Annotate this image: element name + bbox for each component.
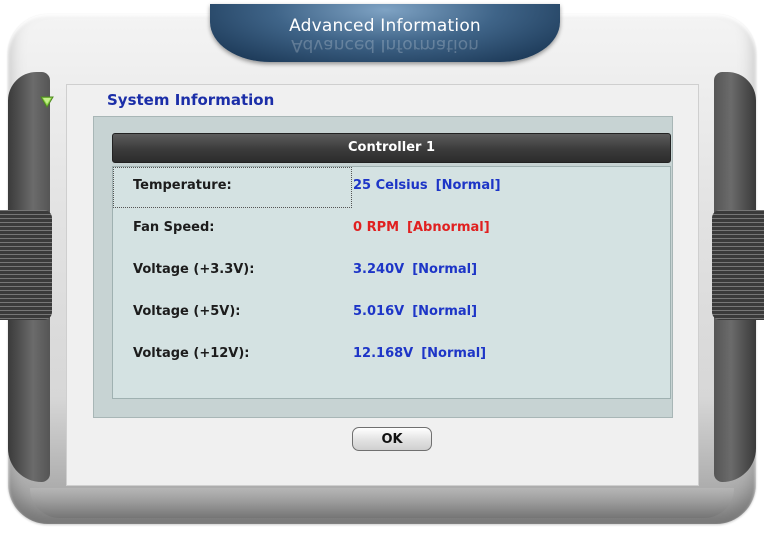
- value-text: 12.168V: [353, 346, 414, 361]
- row-value: 5.016V [Normal]: [353, 304, 477, 319]
- triangle-down-icon[interactable]: [40, 96, 54, 108]
- table-row[interactable]: Fan Speed: 0 RPM [Abnormal]: [113, 209, 670, 249]
- status-badge: [Normal]: [412, 304, 478, 319]
- row-value: 25 Celsius [Normal]: [353, 178, 501, 193]
- left-ridges: [0, 210, 52, 320]
- value-text: 0 RPM: [353, 220, 400, 235]
- row-label: Temperature:: [133, 178, 232, 193]
- table-row[interactable]: Voltage (+12V): 12.168V [Normal]: [113, 335, 670, 375]
- row-value: 0 RPM [Abnormal]: [353, 220, 490, 235]
- ok-button[interactable]: OK: [352, 427, 432, 451]
- row-label: Voltage (+5V):: [133, 304, 241, 319]
- table-row[interactable]: Voltage (+3.3V): 3.240V [Normal]: [113, 251, 670, 291]
- status-badge: [Normal]: [421, 346, 487, 361]
- value-text: 3.240V: [353, 262, 405, 277]
- status-badge: [Normal]: [435, 178, 501, 193]
- frame-bottom-shadow: [30, 488, 734, 518]
- window-title: Advanced Information: [289, 16, 481, 36]
- row-label: Fan Speed:: [133, 220, 215, 235]
- row-value: 12.168V [Normal]: [353, 346, 486, 361]
- table-row[interactable]: Temperature: 25 Celsius [Normal]: [113, 167, 670, 208]
- value-text: 5.016V: [353, 304, 405, 319]
- value-text: 25 Celsius: [353, 178, 428, 193]
- right-ridges: [712, 210, 764, 320]
- info-table: Temperature: 25 Celsius [Normal] Fan Spee…: [112, 166, 671, 399]
- window-title-reflection: Advanced Information: [291, 35, 479, 55]
- controller-header: Controller 1: [112, 133, 671, 163]
- row-label: Voltage (+3.3V):: [133, 262, 255, 277]
- system-info-group: Controller 1 Temperature: 25 Celsius [Nor…: [93, 116, 673, 418]
- row-label: Voltage (+12V):: [133, 346, 250, 361]
- row-value: 3.240V [Normal]: [353, 262, 477, 277]
- section-title[interactable]: System Information: [107, 91, 274, 109]
- content-panel: System Information Controller 1 Temperat…: [66, 84, 699, 486]
- status-badge: [Abnormal]: [407, 220, 490, 235]
- table-row[interactable]: Voltage (+5V): 5.016V [Normal]: [113, 293, 670, 333]
- title-bar[interactable]: Advanced Information Advanced Informatio…: [210, 4, 560, 62]
- status-badge: [Normal]: [412, 262, 478, 277]
